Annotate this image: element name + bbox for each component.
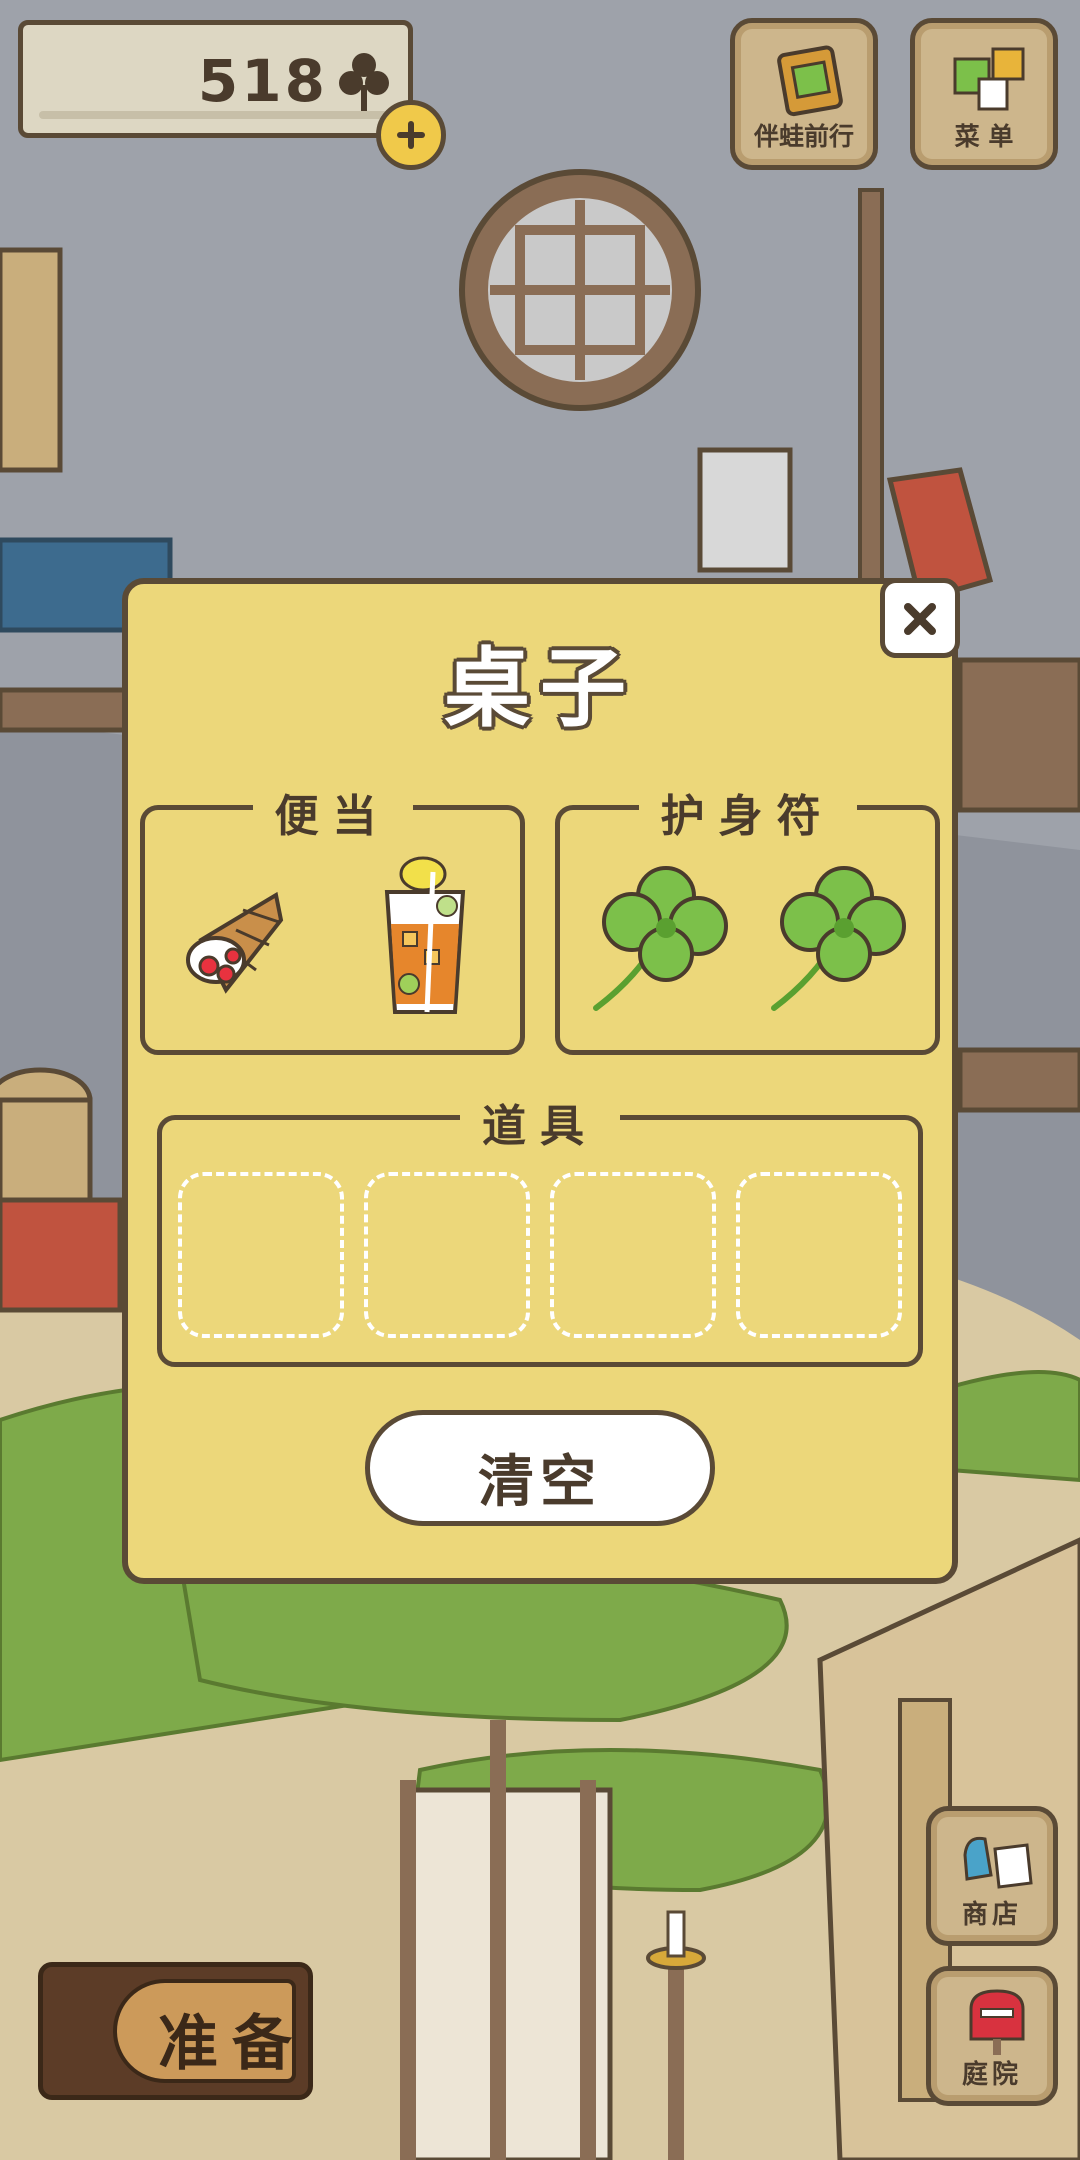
charm-panel: 护身符 (555, 780, 940, 1055)
items-label: 道具 (460, 1090, 620, 1154)
shop-icon (963, 1836, 1033, 1889)
clover-counter-bar (39, 111, 392, 119)
mailbox-icon (969, 1989, 1025, 2055)
menu-icon (953, 47, 1025, 111)
clover-count: 518 (197, 47, 328, 115)
menu-button[interactable]: 菜 单 (910, 18, 1058, 170)
item-slot-3[interactable] (550, 1172, 716, 1338)
items-panel: 道具 (157, 1090, 923, 1367)
item-slot-2[interactable] (364, 1172, 530, 1338)
yard-button[interactable]: 庭院 (926, 1966, 1058, 2106)
clear-button-label: 清空 (478, 1450, 602, 1515)
charm-label: 护身符 (638, 780, 857, 844)
shop-button[interactable]: 商店 (926, 1806, 1058, 1946)
yard-label: 庭院 (961, 2060, 1022, 2090)
clear-button[interactable]: 清空 (365, 1410, 715, 1526)
four-leaf-clover-icon[interactable] (586, 858, 736, 1028)
clover-counter: 518 (18, 20, 413, 138)
travel-with-frog-button[interactable]: 伴蛙前行 (730, 18, 878, 170)
item-slot-1[interactable] (178, 1172, 344, 1338)
prepare-button[interactable]: 准备 (38, 1962, 313, 2100)
album-icon (777, 45, 843, 117)
item-slot-4[interactable] (736, 1172, 902, 1338)
bento-panel: 便当 (140, 780, 525, 1055)
travel-with-frog-label: 伴蛙前行 (753, 122, 854, 151)
crepe-icon[interactable] (181, 880, 291, 1000)
shop-label: 商店 (961, 1900, 1022, 1930)
prepare-label: 准备 (158, 2009, 306, 2079)
dialog-title: 桌子 (444, 639, 636, 739)
add-clover-button[interactable] (376, 100, 446, 170)
clover-currency-icon (339, 53, 389, 115)
four-leaf-clover-icon[interactable] (764, 858, 914, 1028)
menu-label: 菜 单 (954, 122, 1014, 151)
iced-tea-icon[interactable] (375, 852, 475, 1022)
bento-label: 便当 (252, 780, 413, 844)
